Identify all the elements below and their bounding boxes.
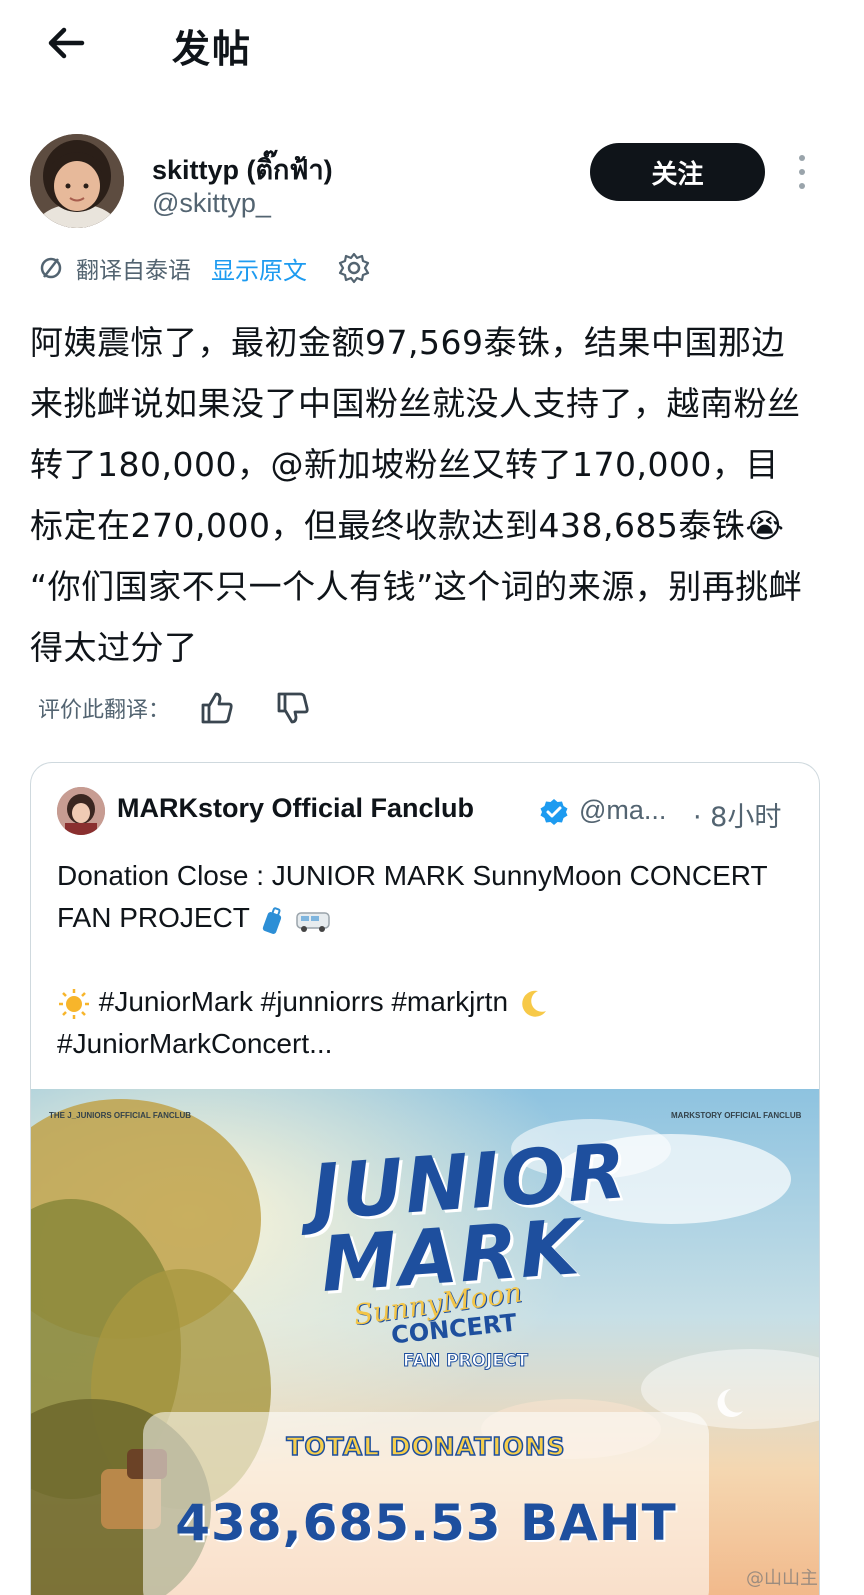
- quoted-author-name[interactable]: MARKstory Official Fanclub: [117, 793, 474, 824]
- back-button[interactable]: [42, 18, 92, 68]
- sun-emoji-icon: [59, 988, 89, 1019]
- crescent-moon-emoji-icon: [522, 990, 546, 1017]
- post-text: 阿姨震惊了，最初金额97,569泰铢，结果中国那边来挑衅说如果没了中国粉丝就没人…: [30, 323, 803, 667]
- page-title: 发帖: [172, 27, 253, 71]
- author-display-name[interactable]: skittyp (ติ๊กฟ้า): [152, 148, 333, 191]
- donation-total-box: TOTAL DONATIONS 438,685.53 BAHT: [143, 1412, 709, 1595]
- thumb-up-icon[interactable]: [198, 689, 236, 727]
- thumb-down-icon[interactable]: [274, 689, 312, 727]
- watermark: @山山主: [746, 1568, 818, 1589]
- translate-icon: [40, 257, 62, 279]
- author-avatar[interactable]: [30, 134, 124, 228]
- hashtag-text-1[interactable]: #JuniorMark #junniorrs #markjrtn: [99, 986, 508, 1017]
- more-vertical-icon: [799, 155, 805, 189]
- total-donations-amount: 438,685.53 BAHT: [175, 1494, 677, 1552]
- rate-translation-bar: 评价此翻译：: [38, 684, 350, 732]
- quoted-post-time: · 8小时: [693, 802, 782, 833]
- verified-badge-icon: [540, 799, 568, 825]
- quoted-post-text: Donation Close : JUNIOR MARK SunnyMoon C…: [57, 855, 777, 939]
- author-handle[interactable]: @skittyp_: [152, 188, 271, 219]
- quoted-post-text-content: Donation Close : JUNIOR MARK SunnyMoon C…: [57, 860, 768, 933]
- gear-icon[interactable]: [337, 251, 371, 285]
- translated-from-label: 翻译自泰语: [76, 258, 191, 284]
- poster-top-left-text: THE J_JUNIORS OFFICIAL FANCLUB: [49, 1111, 192, 1120]
- quoted-author-handle[interactable]: @ma...: [579, 795, 666, 826]
- quoted-post-card[interactable]: MARKstory Official Fanclub @ma... · 8小时 …: [30, 762, 820, 1595]
- poster-top-right-text: MARKSTORY OFFICIAL FANCLUB: [671, 1111, 802, 1120]
- quoted-author-avatar[interactable]: [57, 787, 105, 835]
- follow-button[interactable]: 关注: [590, 143, 765, 201]
- poster-image[interactable]: THE J_JUNIORS OFFICIAL FANCLUB MARKSTORY…: [31, 1089, 819, 1595]
- rate-translation-label: 评价此翻译：: [38, 698, 171, 723]
- show-original-link[interactable]: 显示原文: [211, 251, 307, 286]
- minibus-emoji-icon: [296, 911, 330, 932]
- quoted-post-hashtags: #JuniorMark #junniorrs #markjrtn #Junior…: [57, 981, 777, 1065]
- more-options-button[interactable]: [790, 150, 814, 194]
- translation-bar: 翻译自泰语 显示原文: [36, 248, 371, 288]
- hashtag-line-2[interactable]: #JuniorMarkConcert...: [57, 1023, 777, 1065]
- total-donations-label: TOTAL DONATIONS: [286, 1431, 566, 1462]
- luggage-emoji-icon: [263, 906, 282, 934]
- top-bar: 发帖: [0, 0, 864, 90]
- hashtag-line-1: #JuniorMark #junniorrs #markjrtn: [57, 981, 777, 1023]
- poster-fan-project-label: FAN PROJECT: [403, 1351, 529, 1372]
- arrow-left-icon: [48, 27, 85, 59]
